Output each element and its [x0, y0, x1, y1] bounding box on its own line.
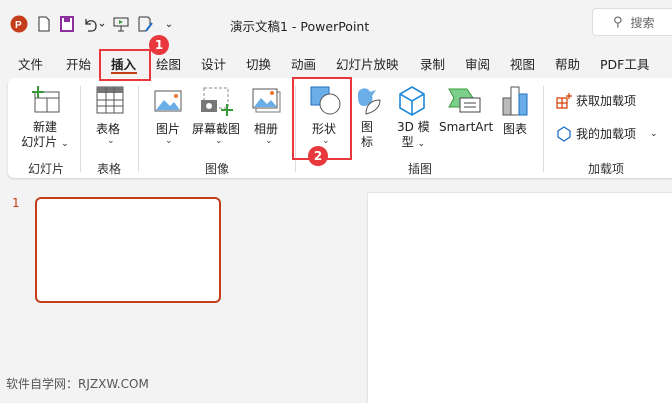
tab-6[interactable]: 动画	[291, 54, 316, 73]
picture-icon	[154, 90, 182, 115]
present-icon[interactable]	[112, 14, 130, 34]
window-title: 演示文稿1 - PowerPoint	[230, 19, 370, 34]
tab-1[interactable]: 开始	[66, 54, 91, 73]
tab-5[interactable]: 切换	[246, 54, 271, 73]
group-label-addins: 加载项	[588, 162, 625, 176]
new-slide-button[interactable]: 新建 幻灯片 ⌄	[20, 120, 70, 152]
tab-3[interactable]: 绘图	[156, 54, 181, 73]
customize-qat-icon[interactable]: ⌄	[160, 14, 178, 34]
my-addins-label: 我的加载项	[576, 127, 637, 141]
tab-9[interactable]: 审阅	[465, 54, 490, 73]
3d-model-button[interactable]: 3D 模型 ⌄	[397, 120, 430, 152]
touch-mode-icon[interactable]	[136, 14, 156, 34]
chevron-down-icon: ⌄	[650, 128, 658, 139]
chart-button[interactable]: 图表	[503, 120, 527, 137]
icons-button[interactable]: 图标	[361, 120, 373, 150]
annotation-badge-1: 1	[149, 35, 169, 55]
powerpoint-logo-icon: P	[10, 14, 28, 34]
picture-button[interactable]: 图片	[156, 120, 180, 137]
annotation-box-insert-tab	[99, 49, 151, 81]
chevron-down-icon: ⌄	[165, 136, 173, 146]
screenshot-button[interactable]: 屏幕截图	[192, 120, 240, 137]
table-icon	[96, 86, 124, 117]
my-addins-button[interactable]: 我的加载项 ⌄	[556, 125, 658, 142]
smartart-button[interactable]: SmartArt	[439, 120, 493, 134]
3d-model-label-1: 3D 模	[397, 120, 430, 134]
new-slide-label-1: 新建	[32, 120, 57, 134]
get-addins-label: 获取加载项	[576, 94, 637, 108]
group-label-images: 图像	[205, 162, 230, 176]
chevron-down-icon: ⌄	[417, 139, 426, 149]
tab-0[interactable]: 文件	[18, 54, 43, 73]
photo-album-icon	[252, 88, 282, 117]
photo-album-button[interactable]: 相册	[254, 120, 278, 137]
smartart-icon	[448, 88, 482, 117]
group-label-illustrations: 插图	[408, 162, 433, 176]
divider	[543, 86, 544, 172]
search-icon: ⚲	[613, 14, 623, 30]
slide-number: 1	[12, 196, 20, 210]
chart-icon	[502, 86, 530, 119]
chevron-down-icon: ⌄	[215, 136, 223, 146]
tab-7[interactable]: 幻灯片放映	[336, 54, 399, 73]
slide-canvas[interactable]	[368, 193, 672, 403]
new-file-icon[interactable]	[36, 14, 52, 34]
divider	[138, 86, 139, 172]
chevron-down-icon: ⌄	[107, 136, 115, 146]
watermark: 软件自学网：RJZXW.COM	[6, 377, 149, 391]
tab-10[interactable]: 视图	[510, 54, 535, 73]
tab-12[interactable]: PDF工具	[600, 54, 649, 73]
icons-label-1: 图	[361, 120, 374, 134]
group-label-tables: 表格	[97, 162, 122, 176]
new-slide-label-2: 幻灯片	[21, 135, 58, 149]
my-addins-icon	[557, 125, 571, 142]
get-addins-button[interactable]: 获取加载项	[556, 92, 636, 109]
icons-icon	[354, 86, 384, 119]
annotation-badge-2: 2	[308, 146, 328, 166]
tab-4[interactable]: 设计	[201, 54, 226, 73]
icons-label-2: 标	[361, 135, 374, 149]
new-slide-icon	[30, 86, 60, 117]
chevron-down-icon: ⌄	[265, 136, 273, 146]
search-placeholder: 搜索	[630, 15, 655, 30]
group-label-slides: 幻灯片	[28, 162, 65, 176]
3d-model-icon	[398, 86, 426, 119]
search-box[interactable]: ⚲ 搜索	[592, 8, 672, 36]
undo-icon[interactable]	[82, 14, 106, 34]
save-icon[interactable]	[58, 14, 76, 34]
slide-thumbnail[interactable]	[35, 197, 221, 303]
tab-8[interactable]: 录制	[420, 54, 445, 73]
tab-11[interactable]: 帮助	[555, 54, 580, 73]
svg-text:P: P	[15, 20, 22, 31]
get-addins-icon	[556, 92, 572, 109]
divider	[80, 86, 81, 172]
3d-model-label-2: 型	[401, 135, 414, 149]
table-button[interactable]: 表格	[96, 120, 120, 137]
screenshot-icon	[200, 86, 234, 119]
chevron-down-icon: ⌄	[61, 139, 69, 149]
